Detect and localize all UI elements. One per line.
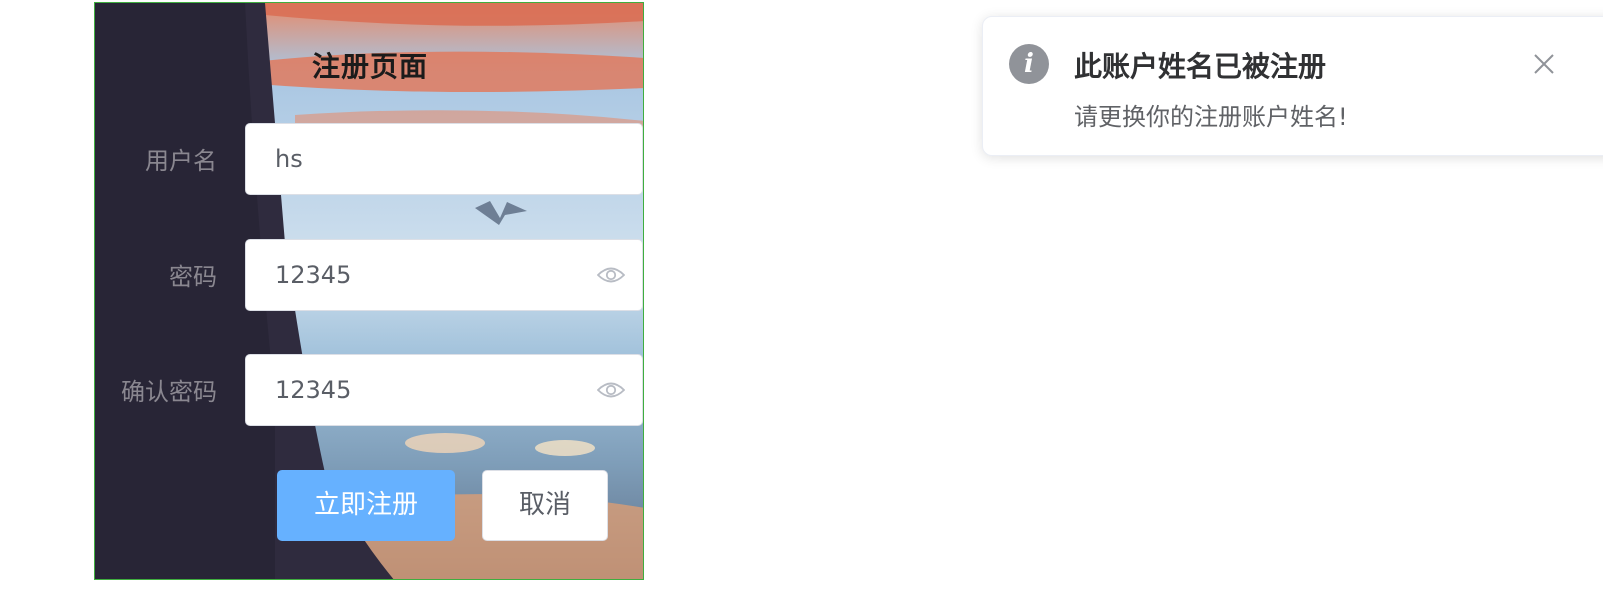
eye-icon[interactable] [597,264,625,286]
password-label: 密码 [169,263,217,291]
register-button[interactable]: 立即注册 [277,470,455,541]
notification-message: 请更换你的注册账户姓名! [1074,103,1348,131]
eye-icon[interactable] [597,379,625,401]
notification-title: 此账户姓名已被注册 [1074,50,1327,83]
password-value: 12345 [275,261,352,289]
close-icon[interactable] [1533,53,1555,75]
username-input[interactable]: hs [245,123,643,195]
password-input[interactable]: 12345 [245,239,643,311]
username-value: hs [275,145,303,173]
info-icon: i [1009,44,1049,84]
cancel-button[interactable]: 取消 [482,470,608,541]
confirm-password-label: 确认密码 [121,378,217,406]
register-panel: 注册页面 用户名 hs 密码 12345 确认密码 12345 立即注册 取消 [94,2,644,580]
username-label: 用户名 [145,147,217,175]
notification: i 此账户姓名已被注册 请更换你的注册账户姓名! [982,16,1603,156]
confirm-password-value: 12345 [275,376,352,404]
confirm-password-input[interactable]: 12345 [245,354,643,426]
page-title: 注册页面 [311,50,428,83]
